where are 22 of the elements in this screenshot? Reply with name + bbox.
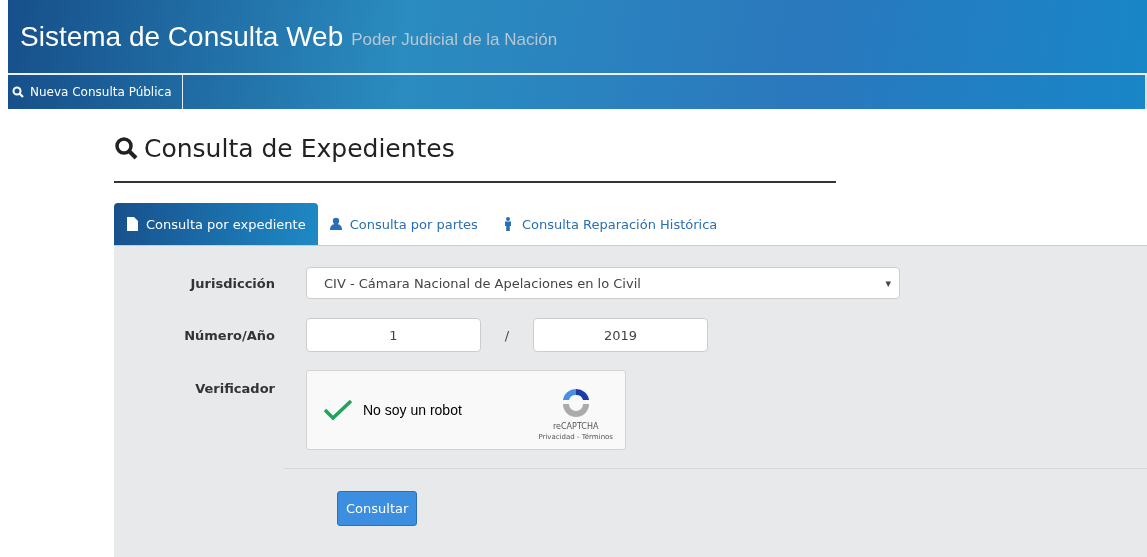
page-title: Consulta de Expedientes: [144, 133, 455, 163]
check-icon: [323, 398, 353, 422]
captcha-brand: reCAPTCHA: [553, 421, 599, 431]
captcha-label: No soy un robot: [363, 402, 463, 418]
search-icon: [114, 136, 138, 160]
app-title: Sistema de Consulta Web: [20, 20, 344, 53]
field-label: Jurisdicción: [188, 275, 276, 291]
nav-link[interactable]: Nueva Consulta Pública: [8, 75, 183, 109]
user-icon: [329, 217, 342, 231]
jurisdiction-select[interactable]: CIV - Cámara Nacional de Apelaciones en lo Civil ▾: [306, 267, 900, 299]
field-label: Verificador: [194, 381, 276, 396]
document-icon: [126, 217, 138, 231]
tab[interactable]: Consulta Reparación Histórica: [489, 203, 730, 245]
tab[interactable]: Consulta por expediente: [114, 203, 318, 245]
number-field[interactable]: 1: [306, 318, 481, 352]
search-icon: [12, 86, 24, 98]
field-label: Número/Año: [183, 327, 276, 343]
app-subtitle: Poder Judicial de la Nación: [351, 29, 558, 50]
tab[interactable]: Consulta por partes: [317, 203, 490, 245]
captcha-checkbox[interactable]: [323, 398, 353, 422]
year-field[interactable]: 2019: [533, 318, 708, 352]
separator: /: [503, 327, 511, 343]
